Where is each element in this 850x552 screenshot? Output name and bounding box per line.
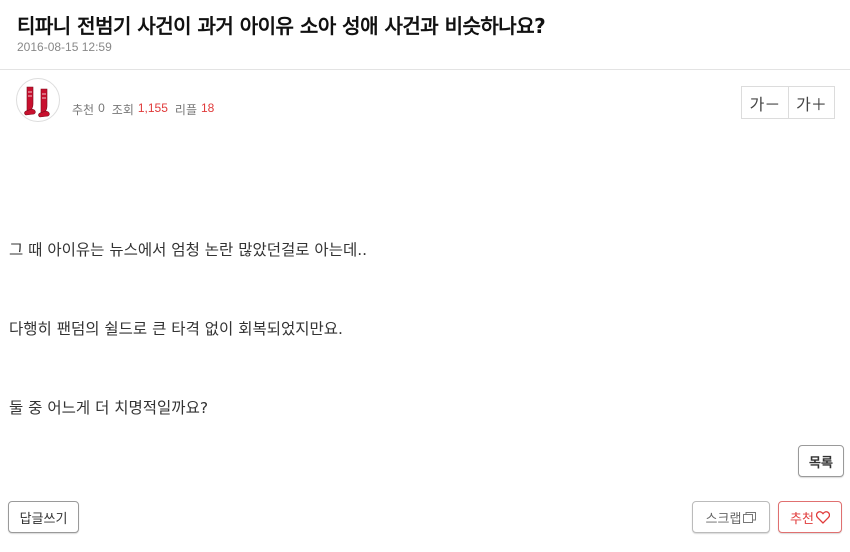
post-stats: 추천 0 조회 1,155 리플 18 [72, 101, 221, 118]
scrap-button[interactable]: 스크랩 [692, 501, 770, 533]
author-avatar[interactable] [16, 78, 60, 122]
red-sox-logo-icon [24, 86, 50, 118]
scrap-label: 스크랩 [705, 511, 742, 527]
recommend-label: 추천 [72, 103, 95, 117]
font-size-controls: 가－ 가＋ [741, 86, 835, 119]
reply-button[interactable]: 답글쓰기 [8, 501, 79, 533]
post-date: 2016-08-15 12:59 [17, 40, 112, 54]
font-decrease-button[interactable]: 가－ [742, 87, 788, 118]
post-body-line: 그 때 아이유는 뉴스에서 엄청 논란 많았던걸로 아는데.. [9, 241, 368, 259]
scrap-copy-icon [743, 511, 757, 523]
post-body-line: 다행히 팬덤의 쉴드로 큰 타격 없이 회복되었지만요. [9, 320, 343, 338]
views-label: 조회 [111, 103, 134, 117]
recommend-button-label: 추천 [790, 511, 814, 527]
heart-icon [815, 510, 830, 524]
recommend-count: 0 [98, 101, 105, 115]
replies-label: 리플 [174, 103, 197, 117]
post-body-line: 둘 중 어느게 더 치명적일까요? [9, 399, 209, 417]
replies-count: 18 [201, 101, 215, 115]
views-count: 1,155 [137, 101, 168, 115]
list-button[interactable]: 목록 [798, 445, 844, 477]
header-divider [0, 69, 850, 70]
recommend-button[interactable]: 추천 [778, 501, 842, 533]
post-title: 티파니 전범기 사건이 과거 아이유 소아 성애 사건과 비슷하나요? [17, 14, 546, 38]
font-increase-button[interactable]: 가＋ [788, 87, 834, 118]
